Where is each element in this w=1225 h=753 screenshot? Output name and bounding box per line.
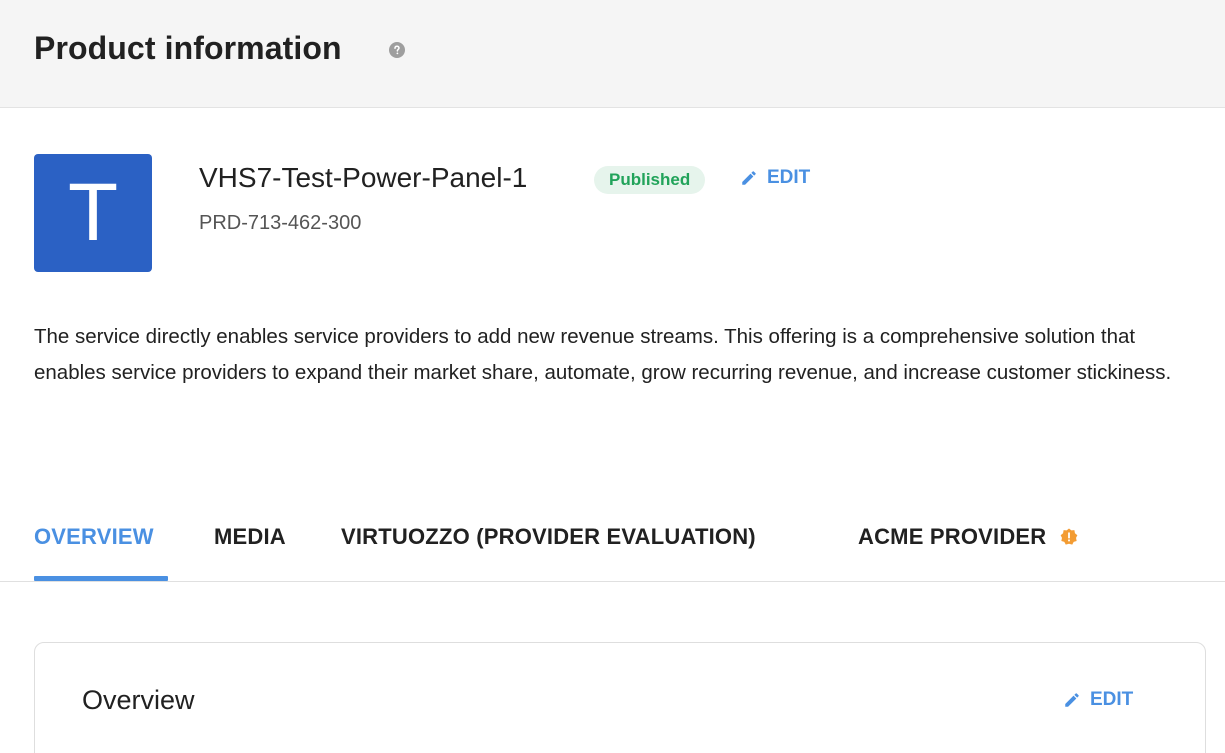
product-description: The service directly enables service pro… bbox=[34, 325, 1172, 384]
tab-virtuozzo-provider-evaluation[interactable]: VIRTUOZZO (PROVIDER EVALUATION) bbox=[341, 524, 756, 550]
pencil-icon bbox=[1065, 693, 1079, 707]
tab-label: OVERVIEW bbox=[34, 524, 154, 549]
product-information-page: Product information T VHS7-Test-Power-Pa… bbox=[0, 0, 1225, 753]
tab-overview[interactable]: OVERVIEW bbox=[34, 524, 154, 550]
tab-acme-provider[interactable]: ACME PROVIDER bbox=[858, 524, 1078, 550]
product-name: VHS7-Test-Power-Panel-1 bbox=[199, 162, 528, 193]
overview-card: Overview EDIT bbox=[34, 642, 1206, 753]
tab-bar: OVERVIEW MEDIA VIRTUOZZO (PROVIDER EVALU… bbox=[0, 510, 1225, 582]
help-circle-icon[interactable] bbox=[389, 42, 405, 58]
pencil-icon bbox=[742, 171, 756, 185]
page-title: Product information bbox=[34, 30, 342, 66]
status-badge: Published bbox=[594, 166, 706, 194]
tab-label: VIRTUOZZO (PROVIDER EVALUATION) bbox=[341, 524, 756, 549]
tab-label: MEDIA bbox=[214, 524, 286, 549]
tab-media[interactable]: MEDIA bbox=[214, 524, 286, 550]
product-avatar: T bbox=[34, 154, 152, 272]
page-header: Product information bbox=[0, 0, 1225, 108]
active-tab-indicator bbox=[34, 576, 168, 581]
tab-label: ACME PROVIDER bbox=[858, 524, 1047, 549]
edit-overview-button[interactable]: EDIT bbox=[1063, 689, 1133, 711]
edit-product-button[interactable]: EDIT bbox=[740, 167, 810, 189]
product-id: PRD-713-462-300 bbox=[199, 212, 362, 234]
warning-badge-icon bbox=[1060, 528, 1078, 545]
edit-label: EDIT bbox=[1090, 689, 1134, 710]
overview-card-title: Overview bbox=[82, 685, 195, 715]
edit-label: EDIT bbox=[767, 167, 811, 188]
